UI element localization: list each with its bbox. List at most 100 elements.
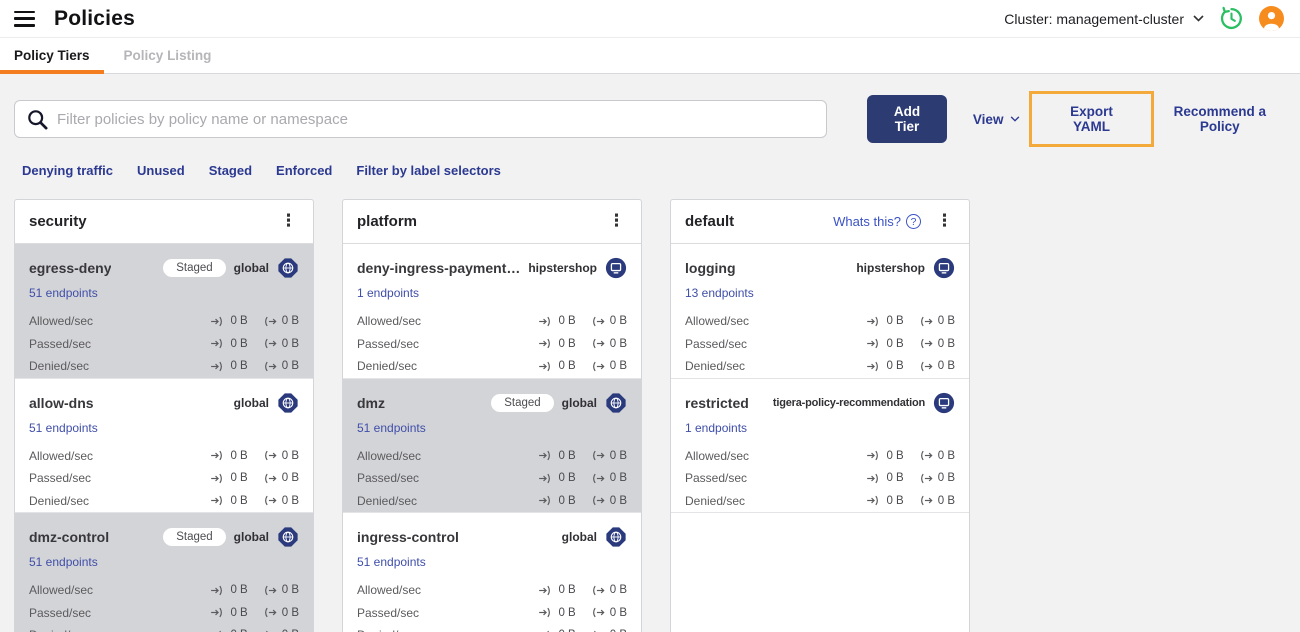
policy-card[interactable]: ingress-control global 51 endpoints Allo… — [343, 512, 641, 632]
endpoints-link[interactable]: 51 endpoints — [29, 286, 98, 300]
egress-icon — [264, 450, 277, 461]
ingress-value: 0 B — [886, 494, 904, 507]
egress-icon — [264, 585, 277, 596]
endpoints-link[interactable]: 13 endpoints — [685, 286, 754, 300]
egress-metric: 0 B — [262, 472, 299, 484]
policy-card-top: egress-deny Staged global — [29, 257, 299, 279]
policy-card[interactable]: allow-dns global 51 endpoints Allowed/se… — [15, 377, 313, 513]
policy-scope: tigera-policy-recommendation — [772, 396, 925, 409]
policy-card-top: dmz-control Staged global — [29, 526, 299, 548]
endpoints-link[interactable]: 51 endpoints — [357, 421, 426, 435]
search-icon — [28, 109, 48, 129]
policy-card[interactable]: egress-deny Staged global 51 endpoints A… — [15, 244, 313, 378]
egress-metric: 0 B — [918, 315, 955, 327]
ingress-icon — [539, 585, 551, 596]
chevron-down-icon — [1193, 15, 1204, 22]
quick-filters: Denying traffic Unused Staged Enforced F… — [14, 163, 1277, 178]
user-avatar[interactable] — [1259, 6, 1284, 31]
endpoints-link[interactable]: 1 endpoints — [685, 421, 747, 435]
egress-metric: 0 B — [262, 584, 299, 596]
metrics: Allowed/sec 0 B — [29, 445, 299, 513]
policy-card-top: logging hipstershop — [685, 257, 955, 279]
endpoints-link[interactable]: 51 endpoints — [29, 555, 98, 569]
egress-icon — [264, 338, 277, 349]
tab-bar: Policy Tiers Policy Listing — [0, 38, 1300, 74]
tier-column: platform ⋮ deny-ingress-paymentservi… hi… — [342, 199, 642, 632]
global-scope-icon — [278, 392, 298, 413]
egress-value: 0 B — [281, 449, 299, 462]
policy-card[interactable]: deny-ingress-paymentservi… hipstershop 1… — [343, 244, 641, 378]
ingress-metric: 0 B — [866, 315, 904, 327]
ingress-metric: 0 B — [210, 315, 248, 327]
tier-kebab-menu-icon[interactable]: ⋮ — [604, 211, 629, 232]
egress-icon — [592, 585, 605, 596]
egress-metric: 0 B — [918, 450, 955, 462]
filter-enforced[interactable]: Enforced — [276, 163, 332, 178]
ingress-metric: 0 B — [538, 450, 576, 462]
hamburger-menu-icon[interactable] — [14, 10, 35, 27]
metric-row: Denied/sec 0 B — [357, 624, 627, 632]
tier-kebab-menu-icon[interactable]: ⋮ — [932, 211, 957, 232]
egress-icon — [920, 361, 933, 372]
history-button[interactable] — [1219, 6, 1244, 31]
tier-name: security — [29, 213, 87, 230]
ingress-value: 0 B — [230, 337, 248, 350]
page-title: Policies — [54, 6, 135, 30]
toolbar: Add Tier View Export YAML Recommend a Po… — [14, 91, 1277, 147]
policy-scope: global — [233, 395, 269, 410]
export-yaml-button[interactable]: Export YAML — [1056, 104, 1126, 134]
ingress-icon — [211, 585, 223, 596]
metric-label: Allowed/sec — [29, 583, 94, 598]
endpoints-link[interactable]: 51 endpoints — [357, 555, 426, 569]
cluster-selector[interactable]: Cluster: management-cluster — [1004, 11, 1204, 27]
ingress-icon — [211, 450, 223, 461]
policy-filter-input[interactable] — [57, 110, 814, 128]
egress-icon — [264, 473, 277, 484]
policy-card[interactable]: restricted tigera-policy-recommendation … — [671, 377, 969, 513]
egress-icon — [592, 338, 605, 349]
egress-value: 0 B — [609, 606, 627, 619]
ingress-icon — [211, 473, 223, 484]
tab-policy-tiers[interactable]: Policy Tiers — [0, 38, 104, 74]
metric-row: Allowed/sec 0 B 0 B — [685, 310, 955, 333]
tier-empty-area — [671, 512, 969, 632]
metric-label: Denied/sec — [357, 493, 418, 508]
egress-metric: 0 B — [590, 338, 627, 350]
metric-label: Passed/sec — [357, 605, 420, 620]
endpoints-link[interactable]: 51 endpoints — [29, 421, 98, 435]
view-dropdown[interactable]: View — [973, 112, 1021, 127]
egress-icon — [920, 316, 933, 327]
egress-icon — [920, 338, 933, 349]
metrics: Allowed/sec 0 B — [357, 579, 627, 632]
ingress-value: 0 B — [230, 494, 248, 507]
endpoints-link[interactable]: 1 endpoints — [357, 286, 419, 300]
ingress-value: 0 B — [558, 360, 576, 373]
egress-value: 0 B — [937, 472, 955, 485]
search-box — [14, 100, 827, 138]
add-tier-button[interactable]: Add Tier — [867, 95, 947, 143]
egress-value: 0 B — [937, 449, 955, 462]
metric-label: Passed/sec — [29, 336, 92, 351]
filter-unused[interactable]: Unused — [137, 163, 185, 178]
metric-row: Allowed/sec 0 B 0 B — [29, 445, 299, 468]
tier-help-link[interactable]: Whats this? ? — [833, 214, 921, 229]
tier-kebab-menu-icon[interactable]: ⋮ — [276, 211, 301, 232]
egress-metric: 0 B — [590, 607, 627, 619]
tab-policy-listing[interactable]: Policy Listing — [110, 38, 226, 73]
policy-name: egress-deny — [29, 260, 112, 276]
tier-policy-list: egress-deny Staged global 51 endpoints A… — [15, 244, 313, 632]
policy-card[interactable]: logging hipstershop 13 endpoints Allowed… — [671, 244, 969, 378]
filter-staged[interactable]: Staged — [209, 163, 252, 178]
egress-metric: 0 B — [918, 495, 955, 507]
policy-card[interactable]: dmz Staged global 51 endpoints Allowed/s… — [343, 377, 641, 513]
recommend-policy-button[interactable]: Recommend a Policy — [1163, 104, 1277, 134]
egress-icon — [592, 450, 605, 461]
metric-label: Passed/sec — [29, 471, 92, 486]
policy-card[interactable]: dmz-control Staged global 51 endpoints A… — [15, 512, 313, 632]
tier-name: platform — [357, 213, 417, 230]
metric-row: Denied/sec 0 B — [357, 490, 627, 513]
filter-by-label-selectors[interactable]: Filter by label selectors — [356, 163, 501, 178]
filter-denying-traffic[interactable]: Denying traffic — [22, 163, 113, 178]
metric-row: Passed/sec 0 B 0 B — [357, 602, 627, 625]
tier-header: default Whats this? ? ⋮ — [671, 200, 969, 244]
